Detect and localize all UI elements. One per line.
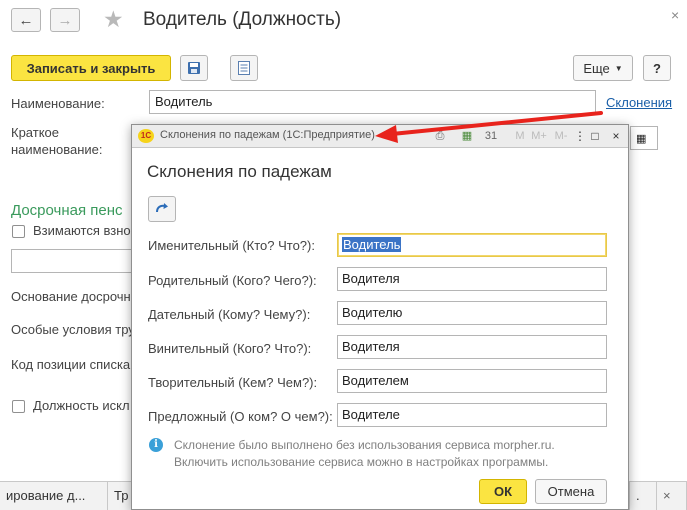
- dialog-titlebar: 1С Склонения по падежам (1С:Предприятие)…: [132, 125, 628, 148]
- position-code-label: Код позиции списка: [11, 357, 131, 372]
- memory-plus-icon[interactable]: M+: [531, 128, 547, 144]
- curved-arrow-icon: [156, 203, 168, 213]
- contributions-checkbox[interactable]: [12, 225, 25, 238]
- bottom-tab[interactable]: Тр: [108, 482, 132, 510]
- genitive-label: Родительный (Кого? Чего?):: [148, 273, 317, 288]
- chevron-down-icon: ▼: [614, 63, 623, 73]
- pension-field[interactable]: [11, 249, 136, 273]
- early-basis-label: Основание досрочн: [11, 289, 131, 304]
- short-name-label-2: наименование:: [11, 142, 103, 157]
- memory-m-icon[interactable]: M: [512, 128, 528, 144]
- dative-input[interactable]: Водителю: [337, 301, 607, 325]
- calendar-button[interactable]: ▦: [630, 126, 658, 150]
- cancel-button[interactable]: Отмена: [535, 479, 607, 504]
- arrow-right-icon: →: [57, 11, 73, 29]
- excluded-label: Должность искл: [33, 398, 130, 413]
- list-document-icon: [238, 61, 250, 75]
- dialog-caption: Склонения по падежам (1С:Предприятие): [160, 129, 375, 141]
- contributions-label: Взимаются взно: [33, 223, 131, 238]
- early-pension-section-title: Досрочная пенс: [11, 202, 123, 219]
- help-button[interactable]: ?: [643, 55, 671, 81]
- window-menu-icon[interactable]: ⋮: [572, 128, 588, 144]
- dialog-heading: Склонения по падежам: [147, 162, 332, 181]
- memory-minus-icon[interactable]: M-: [553, 128, 569, 144]
- info-text-line-2: Включить использование сервиса можно в н…: [174, 455, 549, 469]
- more-label: Еще: [583, 60, 610, 76]
- bottom-tab[interactable]: .: [629, 482, 657, 510]
- declensions-link[interactable]: Склонения: [606, 95, 672, 110]
- name-input[interactable]: Водитель: [149, 90, 596, 114]
- save-button[interactable]: [180, 55, 208, 81]
- nominative-input[interactable]: Водитель: [337, 233, 607, 257]
- genitive-input[interactable]: Водителя: [337, 267, 607, 291]
- nominative-value: Водитель: [342, 237, 402, 252]
- save-and-close-button[interactable]: Записать и закрыть: [11, 55, 171, 81]
- maximize-icon[interactable]: □: [587, 128, 603, 144]
- special-conditions-label: Особые условия тру: [11, 322, 135, 337]
- forward-button[interactable]: →: [50, 8, 80, 32]
- dative-label: Дательный (Кому? Чему?):: [148, 307, 311, 322]
- print-icon[interactable]: ⎙: [432, 128, 448, 144]
- close-icon[interactable]: ×: [671, 7, 679, 23]
- bottom-tab[interactable]: ирование д...: [0, 482, 108, 510]
- instrumental-input[interactable]: Водителем: [337, 369, 607, 393]
- 1c-logo-icon: 1С: [138, 129, 154, 143]
- more-button[interactable]: Еще ▼: [573, 55, 633, 81]
- back-button[interactable]: ←: [11, 8, 41, 32]
- name-label: Наименование:: [11, 96, 105, 111]
- arrow-left-icon: ←: [18, 11, 34, 29]
- excluded-checkbox[interactable]: [12, 400, 25, 413]
- prepositional-label: Предложный (О ком? О чем?):: [148, 409, 333, 424]
- info-text-line-1: Склонение было выполнено без использован…: [174, 438, 555, 452]
- ok-button[interactable]: ОК: [479, 479, 527, 504]
- page-title: Водитель (Должность): [143, 9, 342, 30]
- calendar-icon[interactable]: 31: [483, 128, 499, 144]
- favorite-star-icon[interactable]: ★: [103, 7, 124, 31]
- redeclension-button[interactable]: [148, 196, 176, 222]
- nominative-label: Именительный (Кто? Что?):: [148, 238, 315, 253]
- spreadsheet-icon[interactable]: ▦: [459, 128, 475, 144]
- floppy-disk-icon: [188, 62, 200, 74]
- info-icon: i: [149, 438, 163, 452]
- report-button[interactable]: [230, 55, 258, 81]
- calendar-icon: ▦: [636, 133, 647, 145]
- accusative-label: Винительный (Кого? Что?):: [148, 341, 312, 356]
- declensions-dialog: 1С Склонения по падежам (1С:Предприятие)…: [131, 124, 629, 510]
- instrumental-label: Творительный (Кем? Чем?):: [148, 375, 318, 390]
- prepositional-input[interactable]: Водителе: [337, 403, 607, 427]
- close-tab-icon[interactable]: ×: [657, 482, 687, 510]
- accusative-input[interactable]: Водителя: [337, 335, 607, 359]
- short-name-label-1: Краткое: [11, 125, 59, 140]
- dialog-close-icon[interactable]: ×: [608, 128, 624, 144]
